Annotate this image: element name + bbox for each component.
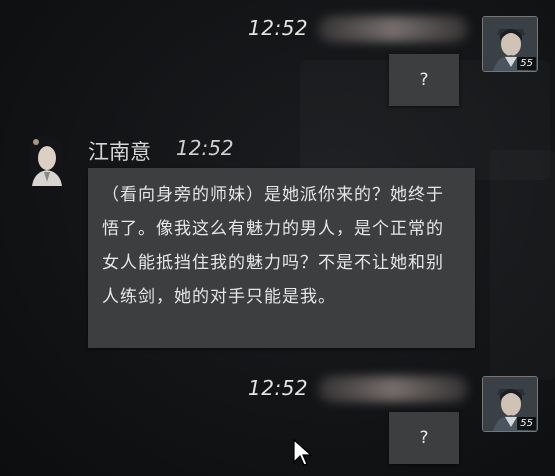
- mouse-cursor-icon: [293, 438, 313, 466]
- npc-portrait-icon[interactable]: [18, 130, 74, 186]
- npc-name: 江南意: [88, 140, 151, 164]
- background-panel: [490, 150, 555, 380]
- message-text: （看向身旁的师妹）是她派你来的？她终于悟了。像我这么有魅力的男人，是个正常的女人…: [102, 185, 444, 307]
- message-bubble: ?: [389, 54, 459, 106]
- player-name-blurred: [318, 16, 468, 42]
- message-time: 12:52: [248, 376, 309, 400]
- level-badge: 55: [517, 417, 536, 430]
- player-portrait-icon[interactable]: 55: [482, 16, 538, 72]
- player-portrait-icon[interactable]: 55: [482, 376, 538, 432]
- message-text: ?: [419, 70, 429, 90]
- message-text: ?: [419, 428, 429, 448]
- message-bubble: ?: [389, 412, 459, 464]
- message-bubble: （看向身旁的师妹）是她派你来的？她终于悟了。像我这么有魅力的男人，是个正常的女人…: [88, 168, 475, 348]
- player-name-blurred: [318, 376, 468, 402]
- message-time: 12:52: [248, 16, 309, 40]
- level-badge: 55: [517, 57, 536, 70]
- message-time: 12:52: [176, 136, 234, 160]
